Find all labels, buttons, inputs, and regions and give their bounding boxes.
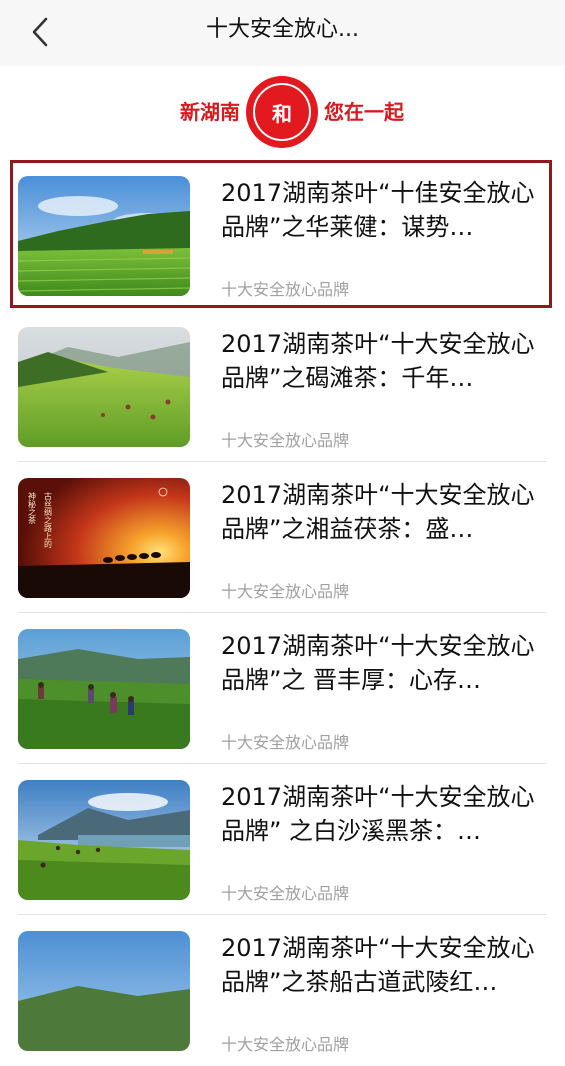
tea-pickers-hillside-image xyxy=(18,327,190,447)
article-source: 十大安全放心品牌 xyxy=(221,431,350,450)
article-title[interactable]: 2017湖南茶叶“十大安全放心品牌”之 晋丰厚：心存… xyxy=(221,629,547,697)
tea-hill-field-image xyxy=(18,176,190,296)
tea-pickers-mountain-image xyxy=(18,629,190,749)
banner-right-text: 您在一起 xyxy=(324,100,404,124)
article-title[interactable]: 2017湖南茶叶“十大安全放心品牌”之湘益茯茶：盛… xyxy=(221,478,547,546)
tea-garden-lake-image xyxy=(18,780,190,900)
brand-logo-text: 和 xyxy=(253,83,311,141)
back-button[interactable] xyxy=(20,12,60,52)
article-title[interactable]: 2017湖南茶叶“十大安全放心品牌”之碣滩茶：千年… xyxy=(221,327,547,395)
thumb-vertical-text: 神秘之茶 xyxy=(28,491,37,524)
article-item[interactable]: 2017湖南茶叶“十大安全放心品牌”之茶船古道武陵红… 十大安全放心品牌 xyxy=(0,915,565,1066)
article-item[interactable]: 2017湖南茶叶“十大安全放心品牌”之 晋丰厚：心存… 十大安全放心品牌 xyxy=(0,613,565,764)
brand-logo: 和 xyxy=(246,76,318,148)
article-title[interactable]: 2017湖南茶叶“十大安全放心品牌” 之白沙溪黑茶：… xyxy=(221,780,547,848)
article-item[interactable]: 2017湖南茶叶“十佳安全放心品牌”之华莱健：谋势… 十大安全放心品牌 xyxy=(0,160,565,311)
thumb-vertical-text: 古丝绸之路上的 xyxy=(44,491,53,549)
sky-landscape-image xyxy=(18,931,190,1051)
chevron-left-icon xyxy=(32,17,48,47)
article-title[interactable]: 2017湖南茶叶“十大安全放心品牌”之茶船古道武陵红… xyxy=(221,931,547,999)
article-item[interactable]: 2017湖南茶叶“十大安全放心品牌”之碣滩茶：千年… 十大安全放心品牌 xyxy=(0,311,565,462)
page-title: 十大安全放心... xyxy=(206,17,359,42)
article-item[interactable]: 古丝绸之路上的 神秘之茶 2017湖南茶叶“十大安全放心品牌”之湘益茯茶：盛… … xyxy=(0,462,565,613)
nav-bar: 十大安全放心... xyxy=(0,0,565,64)
article-source: 十大安全放心品牌 xyxy=(221,582,350,601)
brand-banner: 新湖南 和 您在一起 xyxy=(0,72,565,152)
article-source: 十大安全放心品牌 xyxy=(221,280,350,299)
article-source: 十大安全放心品牌 xyxy=(221,884,350,903)
article-source: 十大安全放心品牌 xyxy=(221,1035,350,1054)
camel-caravan-sunset-image: 古丝绸之路上的 神秘之茶 xyxy=(18,478,190,598)
article-item[interactable]: 2017湖南茶叶“十大安全放心品牌” 之白沙溪黑茶：… 十大安全放心品牌 xyxy=(0,764,565,915)
banner-left-text: 新湖南 xyxy=(180,100,240,124)
article-source: 十大安全放心品牌 xyxy=(221,733,350,752)
article-title[interactable]: 2017湖南茶叶“十佳安全放心品牌”之华莱健：谋势… xyxy=(221,176,547,244)
